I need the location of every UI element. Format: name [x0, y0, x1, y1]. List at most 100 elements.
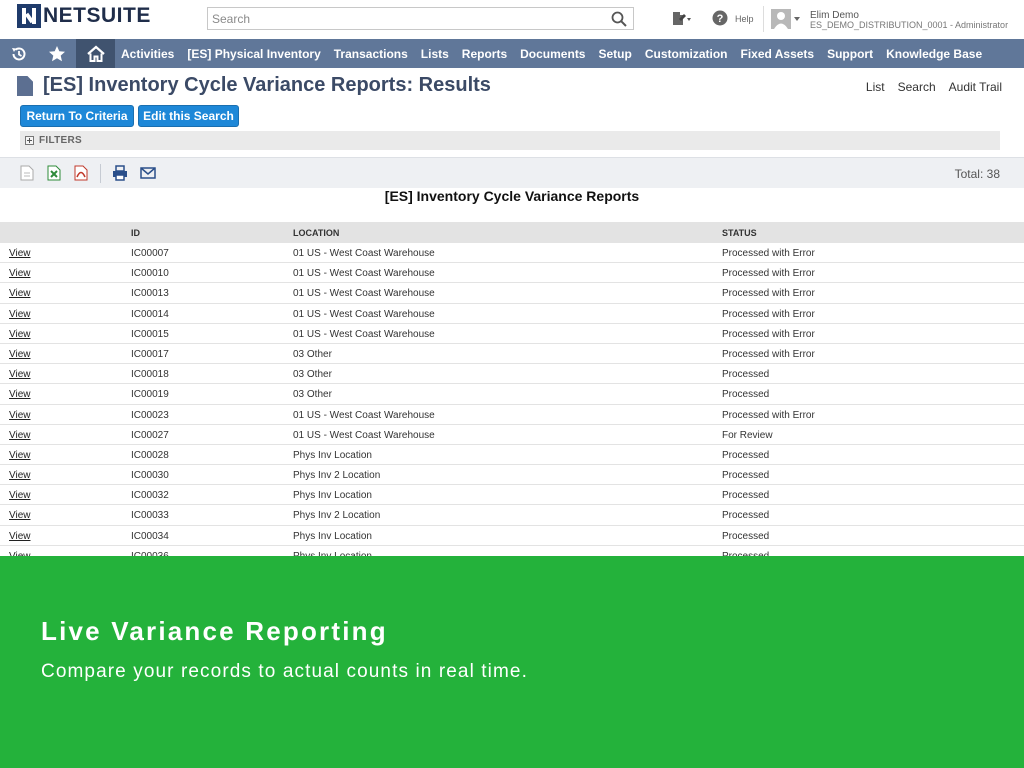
cell-id: IC00013	[131, 288, 169, 300]
toolbar-divider	[100, 164, 101, 183]
csv-export-icon[interactable]	[19, 165, 35, 181]
view-link[interactable]: View	[9, 490, 31, 501]
home-icon	[86, 45, 105, 62]
nav-recent[interactable]	[0, 39, 38, 68]
table-row: View IC00034 Phys Inv Location Processed	[0, 526, 1024, 546]
cell-status: Processed	[722, 369, 770, 381]
view-link[interactable]: View	[9, 389, 31, 400]
cell-id: IC00028	[131, 449, 169, 461]
column-header-status[interactable]: STATUS	[722, 228, 757, 238]
cell-id: IC00018	[131, 369, 169, 381]
cell-location: Phys Inv 2 Location	[293, 470, 381, 482]
cell-location: Phys Inv Location	[293, 449, 372, 461]
view-link[interactable]: View	[9, 531, 31, 542]
view-link[interactable]: View	[9, 369, 31, 380]
history-icon	[12, 46, 26, 60]
return-to-criteria-button[interactable]: Return To Criteria	[20, 105, 134, 127]
nav-reports[interactable]: Reports	[455, 39, 513, 68]
cell-status: For Review	[722, 429, 773, 441]
nav-knowledge-base[interactable]: Knowledge Base	[880, 39, 989, 68]
filters-bar[interactable]: FILTERS	[20, 131, 1000, 150]
cell-id: IC00034	[131, 530, 169, 542]
help-link[interactable]: Help	[735, 14, 754, 24]
table-row: View IC00028 Phys Inv Location Processed	[0, 445, 1024, 466]
page-title: [ES] Inventory Cycle Variance Reports: R…	[43, 74, 491, 96]
table-row: View IC00010 01 US - West Coast Warehouse P…	[0, 263, 1024, 284]
view-link[interactable]: View	[9, 470, 31, 481]
cell-location: 03 Other	[293, 389, 332, 401]
header-divider	[763, 6, 764, 32]
star-icon	[49, 45, 65, 61]
nav-physical-inventory[interactable]: [ES] Physical Inventory	[181, 39, 327, 68]
table-row: View IC00017 03 Other Processed with Error	[0, 344, 1024, 365]
view-link[interactable]: View	[9, 510, 31, 521]
expand-filters-icon[interactable]	[25, 136, 34, 145]
edit-search-button[interactable]: Edit this Search	[138, 105, 239, 127]
netsuite-logo-icon	[17, 4, 41, 28]
banner-heading: Live Variance Reporting	[41, 616, 388, 646]
view-link[interactable]: View	[9, 248, 31, 259]
view-link[interactable]: View	[9, 430, 31, 441]
list-link[interactable]: List	[866, 80, 885, 94]
cell-location: 01 US - West Coast Warehouse	[293, 268, 435, 280]
view-link[interactable]: View	[9, 349, 31, 360]
cell-status: Processed	[722, 510, 770, 522]
excel-export-icon[interactable]	[46, 165, 62, 181]
table-row: View IC00013 01 US - West Coast Warehouse P…	[0, 283, 1024, 304]
cell-status: Processed	[722, 389, 770, 401]
page-icon	[17, 76, 33, 96]
column-header-location[interactable]: LOCATION	[293, 228, 339, 238]
help-icon[interactable]: ?	[712, 10, 728, 26]
search-link[interactable]: Search	[898, 80, 936, 94]
cell-id: IC00014	[131, 308, 169, 320]
view-link[interactable]: View	[9, 268, 31, 279]
print-icon[interactable]	[112, 165, 128, 181]
page-links: List Search Audit Trail	[866, 80, 1002, 94]
view-link[interactable]: View	[9, 410, 31, 421]
recent-records-icon[interactable]	[671, 10, 693, 27]
search-input[interactable]	[208, 8, 603, 29]
table-row: View IC00033 Phys Inv 2 Location Processed	[0, 505, 1024, 526]
nav-documents[interactable]: Documents	[514, 39, 592, 68]
cell-location: 01 US - West Coast Warehouse	[293, 409, 435, 421]
banner-subheading: Compare your records to actual counts in…	[41, 661, 528, 682]
nav-transactions[interactable]: Transactions	[327, 39, 414, 68]
nav-favorites[interactable]	[38, 39, 76, 68]
nav-activities[interactable]: Activities	[115, 39, 181, 68]
column-header-id[interactable]: ID	[131, 228, 140, 238]
cell-location: 03 Other	[293, 348, 332, 360]
user-role[interactable]: ES_DEMO_DISTRIBUTION_0001 - Administrato…	[810, 20, 1008, 30]
netsuite-logo[interactable]: NETSUITE	[17, 4, 151, 28]
cell-location: 01 US - West Coast Warehouse	[293, 288, 435, 300]
table-row: View IC00018 03 Other Processed	[0, 364, 1024, 385]
pdf-export-icon[interactable]	[73, 165, 89, 181]
view-link[interactable]: View	[9, 309, 31, 320]
cell-id: IC00027	[131, 429, 169, 441]
nav-setup[interactable]: Setup	[592, 39, 638, 68]
cell-id: IC00017	[131, 348, 169, 360]
view-link[interactable]: View	[9, 450, 31, 461]
table-row: View IC00015 01 US - West Coast Warehouse P…	[0, 324, 1024, 344]
nav-lists[interactable]: Lists	[414, 39, 455, 68]
avatar-icon[interactable]	[771, 9, 801, 29]
global-search[interactable]	[207, 7, 634, 30]
audit-trail-link[interactable]: Audit Trail	[949, 80, 1002, 94]
cell-status: Processed with Error	[722, 328, 815, 340]
nav-fixed-assets[interactable]: Fixed Assets	[734, 39, 821, 68]
table-header: ID LOCATION STATUS	[0, 222, 1024, 243]
nav-home[interactable]	[76, 39, 115, 68]
table-row: View IC00019 03 Other Processed	[0, 384, 1024, 405]
cell-id: IC00007	[131, 248, 169, 259]
nav-customization[interactable]: Customization	[638, 39, 734, 68]
view-link[interactable]: View	[9, 329, 31, 340]
cell-status: Processed with Error	[722, 308, 815, 320]
main-nav: Activities [ES] Physical Inventory Trans…	[0, 39, 1024, 68]
view-link[interactable]: View	[9, 288, 31, 299]
report-title: [ES] Inventory Cycle Variance Reports	[384, 188, 640, 204]
cell-status: Processed with Error	[722, 288, 815, 300]
search-icon[interactable]	[611, 11, 627, 27]
email-icon[interactable]	[140, 165, 156, 181]
cell-location: Phys Inv Location	[293, 490, 372, 502]
table-row: View IC00007 01 US - West Coast Warehouse P…	[0, 243, 1024, 264]
nav-support[interactable]: Support	[821, 39, 880, 68]
